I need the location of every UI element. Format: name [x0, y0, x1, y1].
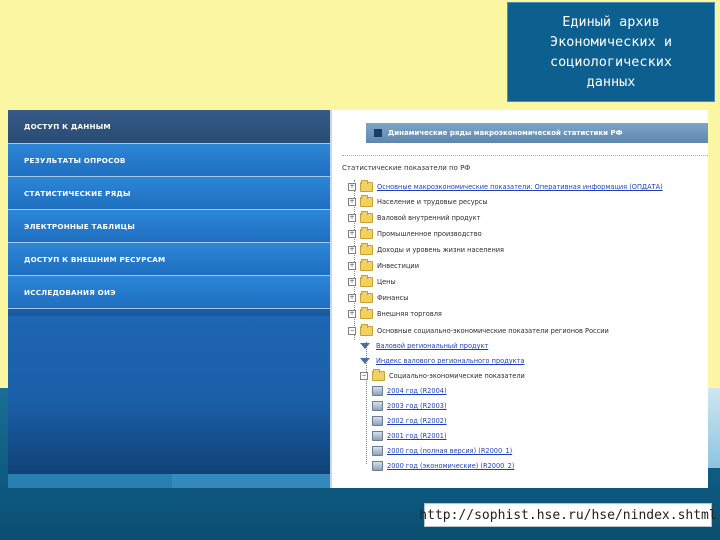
folder-icon: [360, 243, 373, 255]
tree-item-label[interactable]: Индекс валового регионального продукта: [376, 357, 525, 365]
content-panel: Динамические ряды макроэкономической ста…: [338, 110, 708, 488]
tree-item[interactable]: + Доходы и уровень жизни населения: [348, 243, 504, 257]
tree-item[interactable]: Индекс валового регионального продукта: [360, 354, 525, 368]
nav-item-label: СТАТИСТИЧЕСКИЕ РЯДЫ: [24, 188, 131, 198]
database-icon: [372, 461, 383, 471]
nav-item-statistical-series[interactable]: СТАТИСТИЧЕСКИЕ РЯДЫ: [8, 177, 330, 210]
tree-item[interactable]: + Основные макроэкономические показатели…: [348, 180, 663, 194]
slide-title: Единый архив Экономических и социологиче…: [550, 14, 672, 90]
folder-icon: [360, 227, 373, 239]
nav-empty-area: [8, 316, 330, 488]
filter-icon: [360, 343, 370, 349]
footer-strip: [8, 474, 172, 488]
folder-icon: [360, 259, 373, 271]
expand-icon[interactable]: +: [348, 278, 356, 286]
nav-item-label: ИССЛЕДОВАНИЯ ОИЭ: [24, 287, 116, 297]
tree-item-label[interactable]: Промышленное производство: [377, 230, 482, 238]
website-screenshot: ДОСТУП К ДАННЫМ РЕЗУЛЬТАТЫ ОПРОСОВ СТАТИ…: [8, 110, 708, 488]
nav-item-label: ЭЛЕКТРОННЫЕ ТАБЛИЦЫ: [24, 221, 136, 231]
tree-item-label[interactable]: 2004 год (R2004): [387, 387, 447, 395]
tree-item-label[interactable]: Доходы и уровень жизни населения: [377, 246, 504, 254]
nav-item-survey-results[interactable]: РЕЗУЛЬТАТЫ ОПРОСОВ: [8, 144, 330, 177]
tree-item[interactable]: + Внешняя торговля: [348, 307, 442, 321]
expand-icon[interactable]: +: [348, 262, 356, 270]
tree-item[interactable]: − Основные социально-экономические показ…: [348, 324, 609, 338]
content-header-title: Динамические ряды макроэкономической ста…: [388, 129, 623, 137]
slide-side-band: [708, 388, 720, 468]
folder-icon: [360, 211, 373, 223]
tree-item-label[interactable]: Инвестиции: [377, 262, 419, 270]
expand-icon[interactable]: +: [348, 183, 356, 191]
header-divider: [342, 155, 708, 156]
tree-item[interactable]: + Промышленное производство: [348, 227, 482, 241]
folder-icon: [360, 291, 373, 303]
tree-item[interactable]: − Социально-экономические показатели: [360, 369, 525, 383]
expand-icon[interactable]: +: [348, 214, 356, 222]
filter-icon: [360, 358, 370, 364]
tree-item-label[interactable]: 2003 год (R2003): [387, 402, 447, 410]
folder-icon: [360, 180, 373, 192]
nav-item-external-resources[interactable]: ДОСТУП К ВНЕШНИМ РЕСУРСАМ: [8, 243, 330, 276]
tree-item[interactable]: 2001 год (R2001): [372, 429, 447, 443]
folder-icon: [360, 195, 373, 207]
tree-item[interactable]: + Финансы: [348, 291, 408, 305]
expand-icon[interactable]: +: [348, 294, 356, 302]
tree-item[interactable]: + Население и трудовые ресурсы: [348, 195, 488, 209]
url-box: http://sophist.hse.ru/hse/nindex.shtml: [419, 503, 717, 527]
tree-item[interactable]: + Инвестиции: [348, 259, 419, 273]
folder-open-icon: [372, 369, 385, 381]
tree-item-label[interactable]: Население и трудовые ресурсы: [377, 198, 488, 206]
nav-item-label: ДОСТУП К ВНЕШНИМ РЕСУРСАМ: [24, 254, 166, 264]
panel-divider: [330, 110, 332, 488]
nav-item-label: ДОСТУП К ДАННЫМ: [24, 122, 111, 131]
source-url[interactable]: http://sophist.hse.ru/hse/nindex.shtml: [419, 508, 716, 523]
folder-icon: [360, 275, 373, 287]
tree-item-label[interactable]: Социально-экономические показатели: [389, 372, 525, 380]
tree-item-label[interactable]: Валовой внутренний продукт: [377, 214, 480, 222]
database-icon: [372, 386, 383, 396]
tree-item[interactable]: 2000 год (полная версия) (R2000_1): [372, 444, 512, 458]
left-navigation: ДОСТУП К ДАННЫМ РЕЗУЛЬТАТЫ ОПРОСОВ СТАТИ…: [8, 110, 330, 488]
slide-title-box: Единый архив Экономических и социологиче…: [507, 2, 715, 102]
tree-item[interactable]: 2002 год (R2002): [372, 414, 447, 428]
tree-item[interactable]: + Цены: [348, 275, 396, 289]
tree-item[interactable]: Валовой региональный продукт: [360, 339, 488, 353]
tree-item-label[interactable]: Основные макроэкономические показатели. …: [377, 183, 663, 191]
footer-strip: [172, 474, 330, 488]
tree-item-label[interactable]: Внешняя торговля: [377, 310, 442, 318]
tree-item-label[interactable]: 2000 год (экономические) (R2000_2): [387, 462, 514, 470]
tree-item-label[interactable]: Валовой региональный продукт: [376, 342, 488, 350]
tree-item[interactable]: + Валовой внутренний продукт: [348, 211, 480, 225]
tree-item-label[interactable]: Цены: [377, 278, 396, 286]
tree-item-label[interactable]: 2001 год (R2001): [387, 432, 447, 440]
nav-item-label: РЕЗУЛЬТАТЫ ОПРОСОВ: [24, 155, 126, 165]
tree-item[interactable]: 2003 год (R2003): [372, 399, 447, 413]
tree-root-label: Статистические показатели по РФ: [342, 164, 471, 172]
header-square-icon: [374, 129, 382, 137]
nav-item-research[interactable]: ИССЛЕДОВАНИЯ ОИЭ: [8, 276, 330, 309]
database-icon: [372, 416, 383, 426]
tree-item[interactable]: 2000 год (экономические) (R2000_2): [372, 459, 514, 473]
expand-icon[interactable]: +: [348, 310, 356, 318]
content-header: Динамические ряды макроэкономической ста…: [366, 123, 708, 143]
expand-icon[interactable]: +: [348, 246, 356, 254]
database-icon: [372, 401, 383, 411]
expand-icon[interactable]: +: [348, 230, 356, 238]
database-icon: [372, 446, 383, 456]
tree-item[interactable]: 2004 год (R2004): [372, 384, 447, 398]
nav-item-data-access[interactable]: ДОСТУП К ДАННЫМ: [8, 110, 330, 144]
tree-item-label[interactable]: Финансы: [377, 294, 408, 302]
collapse-icon[interactable]: −: [360, 372, 368, 380]
collapse-icon[interactable]: −: [348, 327, 356, 335]
nav-item-electronic-tables[interactable]: ЭЛЕКТРОННЫЕ ТАБЛИЦЫ: [8, 210, 330, 243]
expand-icon[interactable]: +: [348, 198, 356, 206]
tree-item-label[interactable]: 2000 год (полная версия) (R2000_1): [387, 447, 512, 455]
folder-open-icon: [360, 324, 373, 336]
tree-item-label[interactable]: Основные социально-экономические показат…: [377, 327, 609, 335]
database-icon: [372, 431, 383, 441]
folder-icon: [360, 307, 373, 319]
tree-item-label[interactable]: 2002 год (R2002): [387, 417, 447, 425]
